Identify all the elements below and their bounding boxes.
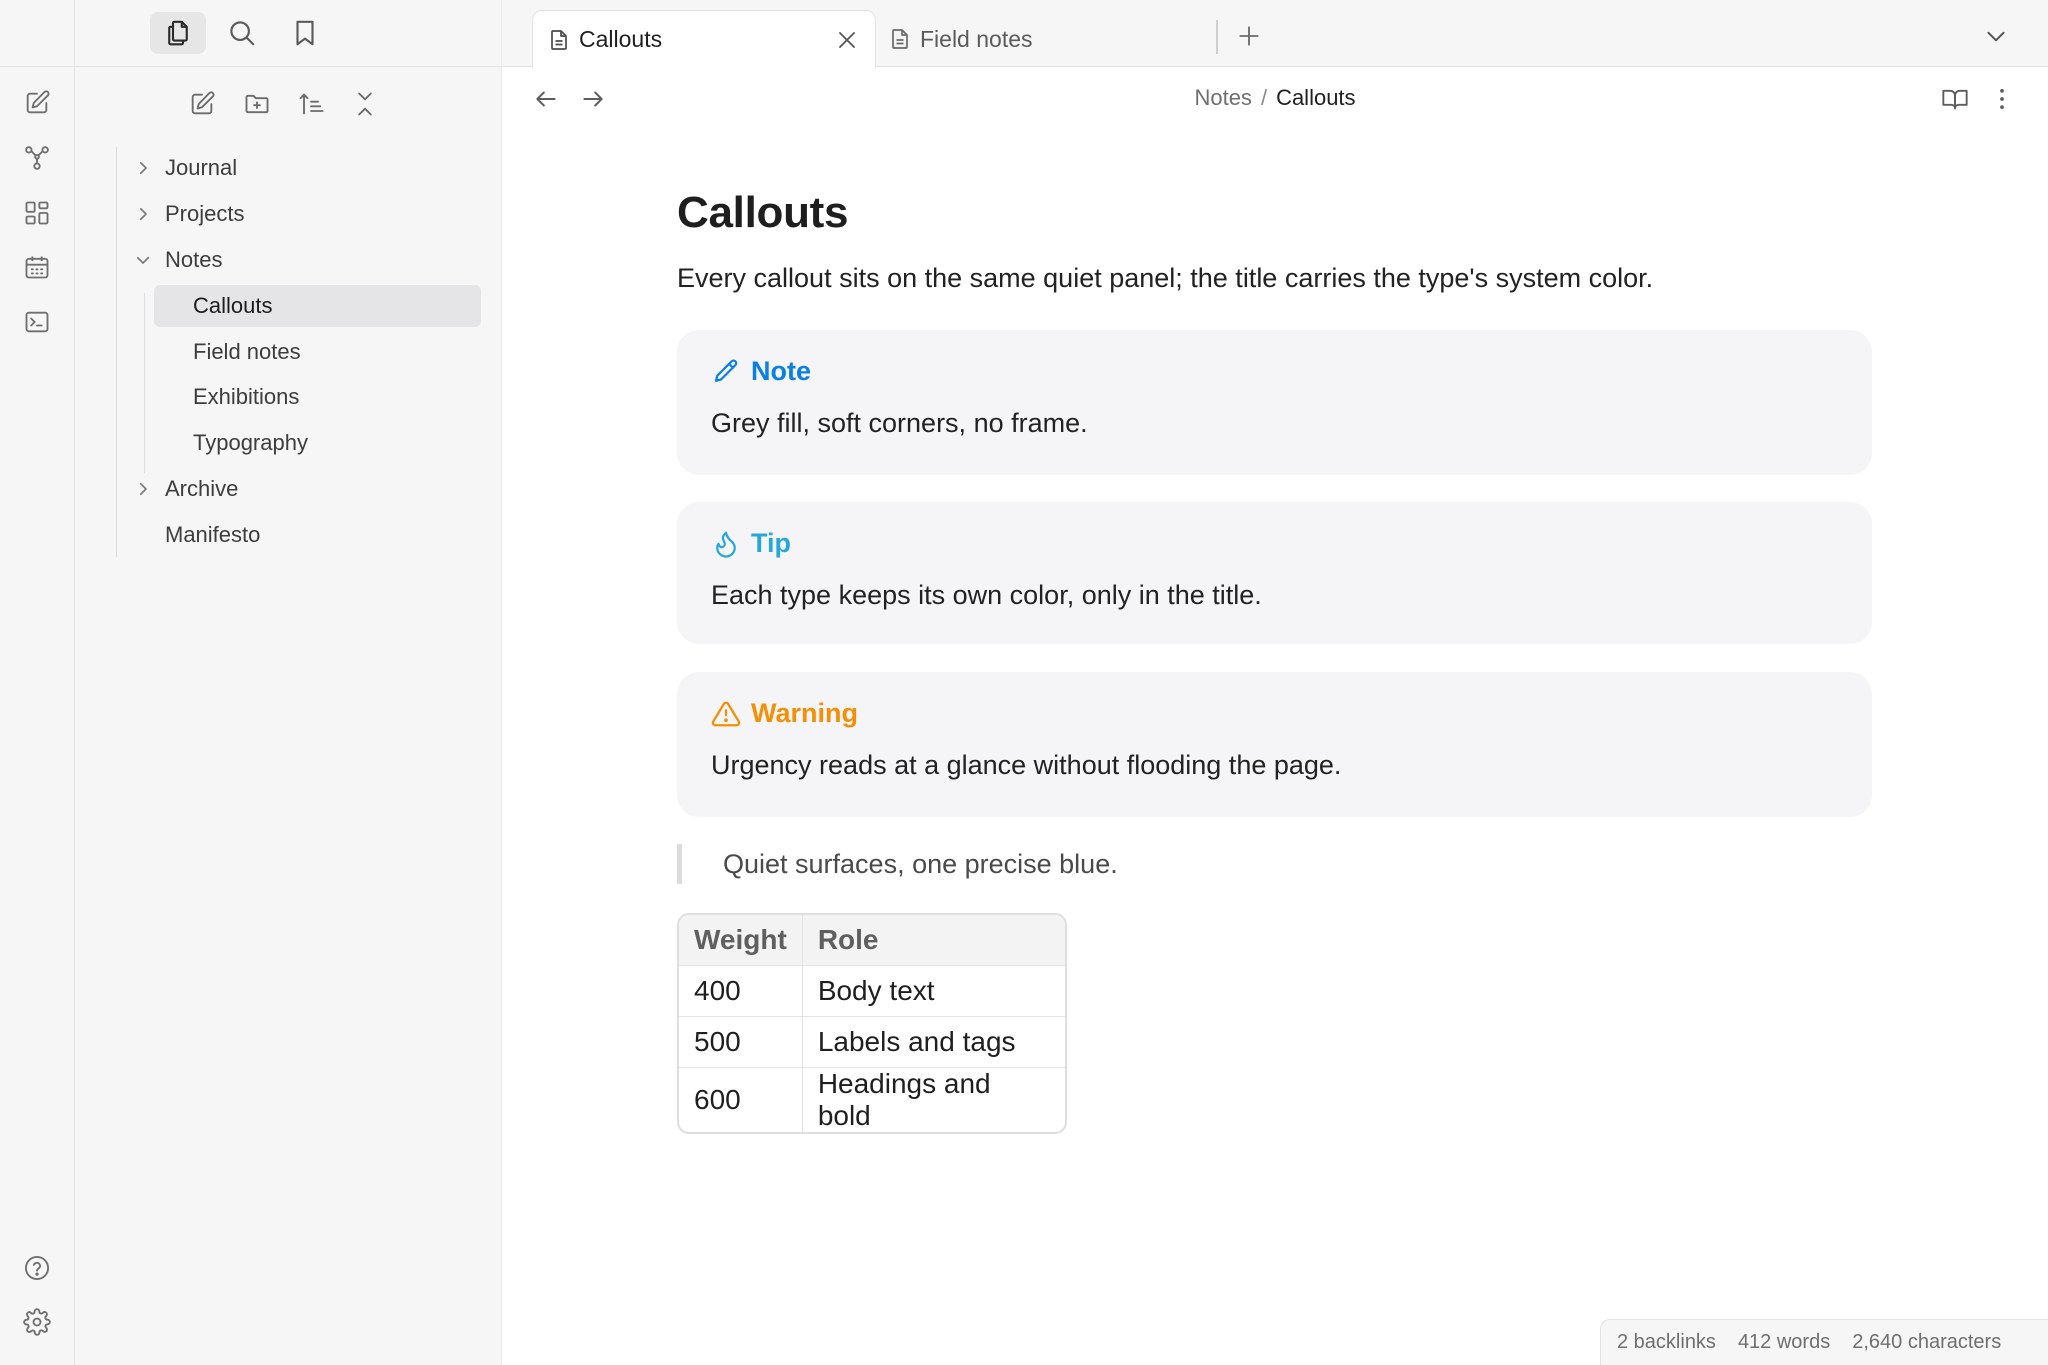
tree-item-label: Exhibitions — [193, 384, 300, 409]
callout-body: Each type keeps its own color, only in t… — [711, 580, 1262, 610]
new-tab-plus-icon[interactable] — [1227, 14, 1271, 58]
backlinks-count[interactable]: 2 backlinks — [1617, 1331, 1716, 1354]
chevron-right-icon — [131, 477, 155, 501]
more-options-icon[interactable] — [1982, 79, 2022, 119]
note-content: Callouts Every callout sits on the same … — [677, 180, 1872, 1134]
canvas-icon[interactable] — [17, 193, 57, 233]
document-icon — [888, 27, 912, 51]
word-count: 412 words — [1737, 1331, 1831, 1353]
tree-item-label: Projects — [165, 201, 245, 226]
character-count: 2,640 characters — [1852, 1331, 2002, 1353]
tree-item-label: Journal — [165, 155, 238, 180]
tree-file-callouts[interactable]: Callouts — [154, 285, 481, 327]
chevron-down-icon — [131, 248, 155, 272]
tree-folder-archive[interactable]: Archive — [131, 468, 511, 510]
tab-bar: Callouts Field notes — [502, 0, 2048, 68]
callout-title: Note — [711, 356, 811, 387]
callout-warning: Warning Urgency reads at a glance withou… — [677, 672, 1872, 817]
chevron-right-icon — [131, 202, 155, 226]
tree-file-manifesto[interactable]: Manifesto — [165, 514, 505, 556]
callout-tip: Tip Each type keeps its own color, only … — [677, 502, 1872, 644]
callout-title-text: Tip — [751, 528, 791, 558]
tab-list-chevron-down-icon[interactable] — [1974, 14, 2018, 58]
tree-item-label: Notes — [165, 247, 223, 272]
tree-folder-projects[interactable]: Projects — [131, 193, 511, 235]
search-tab-icon[interactable] — [214, 12, 270, 54]
sidebar-tab-bar — [75, 0, 502, 67]
view-header: Notes / Callouts — [502, 67, 2048, 133]
table-cell: Labels and tags — [802, 1017, 1065, 1068]
tree-item-label: Archive — [165, 476, 239, 501]
file-explorer-sidebar: Journal Projects Notes Callouts Field no… — [75, 0, 502, 1365]
command-palette-icon[interactable] — [17, 302, 57, 342]
callout-title: Warning — [711, 698, 858, 729]
table-header-row: Weight Role — [679, 915, 1065, 966]
table-cell: 500 — [679, 1017, 803, 1068]
tree-item-label: Field notes — [193, 339, 301, 364]
table-cell: Body text — [802, 966, 1065, 1017]
files-tab-icon[interactable] — [150, 12, 206, 54]
tab-callouts[interactable]: Callouts — [532, 10, 876, 68]
table-row: 500 Labels and tags — [679, 1017, 1065, 1068]
table-header-cell: Weight — [679, 915, 803, 966]
callout-body: Urgency reads at a glance without floodi… — [711, 750, 1342, 780]
table-row: 400 Body text — [679, 966, 1065, 1017]
intro-paragraph: Every callout sits on the same quiet pan… — [677, 263, 1654, 293]
page-title: Callouts — [677, 188, 849, 237]
calendar-icon[interactable] — [17, 247, 57, 287]
status-bar: 2 backlinks 412 words 2,640 characters — [1600, 1319, 2048, 1365]
reading-view-book-icon[interactable] — [1935, 79, 1975, 119]
weights-table: Weight Role 400 Body text 500 Labels and… — [677, 913, 1067, 1134]
tree-file-exhibitions[interactable]: Exhibitions — [154, 376, 481, 418]
ribbon-header — [0, 0, 75, 67]
table-header-cell: Role — [802, 915, 1065, 966]
callout-title-text: Warning — [751, 698, 858, 728]
tree-item-label: Manifesto — [165, 522, 261, 547]
graph-view-icon[interactable] — [17, 138, 57, 178]
tree-file-typography[interactable]: Typography — [154, 422, 481, 464]
tree-file-field-notes[interactable]: Field notes — [154, 331, 481, 373]
tree-item-label: Typography — [193, 430, 308, 455]
tree-item-label: Callouts — [193, 293, 273, 318]
breadcrumb: Notes / Callouts — [502, 85, 2048, 111]
breadcrumb-current[interactable]: Callouts — [1276, 85, 1355, 110]
sort-order-icon[interactable] — [291, 84, 331, 124]
pencil-icon — [711, 357, 741, 387]
tree-folder-journal[interactable]: Journal — [131, 147, 511, 189]
help-icon[interactable] — [17, 1248, 57, 1288]
table-cell: 400 — [679, 966, 803, 1017]
table-cell: Headings and bold — [817, 1068, 991, 1131]
blockquote: Quiet surfaces, one precise blue. — [677, 844, 1118, 884]
document-icon — [547, 28, 571, 52]
breadcrumb-separator: / — [1260, 85, 1268, 110]
chevron-right-icon — [131, 156, 155, 180]
callout-title-text: Note — [751, 356, 811, 386]
breadcrumb-parent[interactable]: Notes — [1194, 85, 1251, 110]
new-folder-icon[interactable] — [237, 84, 277, 124]
tab-label: Field notes — [920, 25, 1033, 52]
tab-label: Callouts — [579, 26, 663, 52]
tab-field-notes[interactable]: Field notes — [874, 10, 1214, 68]
callout-body: Grey fill, soft corners, no frame. — [711, 408, 1088, 438]
settings-gear-icon[interactable] — [17, 1302, 57, 1342]
flame-icon — [711, 529, 741, 559]
callout-note: Note Grey fill, soft corners, no frame. — [677, 330, 1872, 475]
new-note-icon[interactable] — [17, 83, 57, 123]
close-tab-icon[interactable] — [835, 28, 859, 52]
bookmarks-tab-icon[interactable] — [277, 12, 333, 54]
new-note-action-icon[interactable] — [182, 84, 222, 124]
tree-guide-line — [116, 147, 117, 557]
file-nav-actions — [75, 84, 502, 124]
warning-icon — [711, 699, 741, 729]
tab-divider — [1216, 20, 1218, 54]
tree-folder-notes[interactable]: Notes — [131, 239, 511, 281]
table-cell: 600 — [679, 1068, 803, 1132]
collapse-all-icon[interactable] — [345, 84, 385, 124]
tree-guide-line-nested — [144, 293, 145, 473]
table-row: 600 Headings and bold — [679, 1068, 1065, 1132]
callout-title: Tip — [711, 528, 791, 559]
ribbon — [0, 0, 75, 1365]
